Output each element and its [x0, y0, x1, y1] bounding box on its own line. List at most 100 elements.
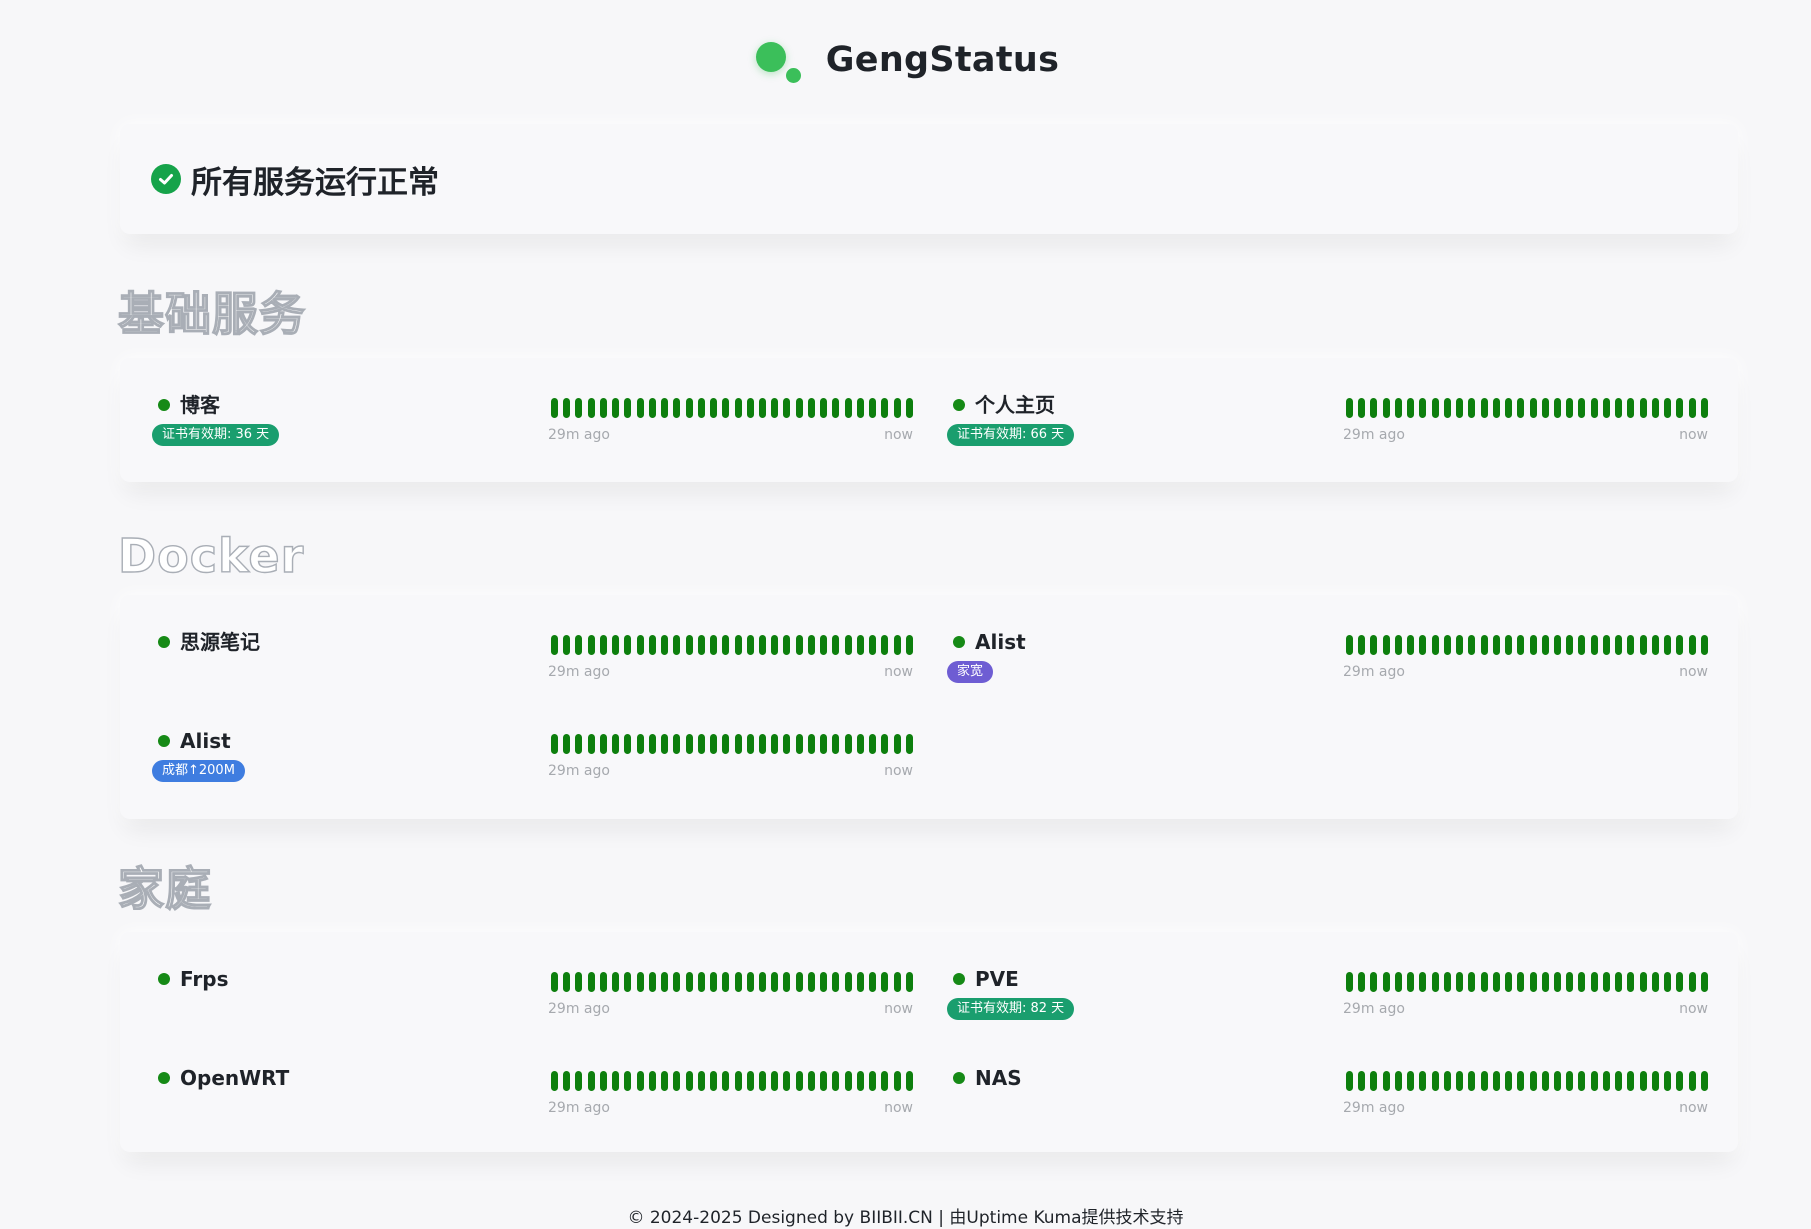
heartbeat-beat[interactable] [710, 1071, 718, 1091]
heartbeat-beat[interactable] [685, 734, 693, 754]
heartbeat-beat[interactable] [807, 635, 815, 655]
heartbeat-beat[interactable] [783, 734, 791, 754]
heartbeat-beat[interactable] [771, 635, 779, 655]
heartbeat-beat[interactable] [722, 635, 730, 655]
heartbeat-beat[interactable] [1346, 1071, 1353, 1091]
heartbeat-beat[interactable] [1639, 1071, 1647, 1091]
heartbeat-beat[interactable] [1578, 972, 1586, 992]
heartbeat-beat[interactable] [563, 398, 571, 418]
heartbeat-beat[interactable] [1566, 635, 1574, 655]
heartbeat-beat[interactable] [844, 1071, 852, 1091]
heartbeat-beat[interactable] [869, 1071, 877, 1091]
heartbeat-beat[interactable] [1358, 972, 1366, 992]
heartbeat-beat[interactable] [661, 972, 669, 992]
heartbeat-beat[interactable] [771, 972, 779, 992]
heartbeat-beat[interactable] [1370, 398, 1378, 418]
heartbeat-beat[interactable] [1456, 1071, 1464, 1091]
heartbeat-beat[interactable] [1370, 972, 1378, 992]
heartbeat-beat[interactable] [856, 734, 864, 754]
heartbeat-beat[interactable] [587, 1071, 595, 1091]
monitor-name[interactable]: OpenWRT [180, 1066, 289, 1090]
heartbeat-beat[interactable] [1492, 1071, 1500, 1091]
heartbeat-beat[interactable] [1517, 398, 1525, 418]
heartbeat-beat[interactable] [807, 398, 815, 418]
heartbeat-beat[interactable] [685, 972, 693, 992]
heartbeat-beat[interactable] [1664, 635, 1672, 655]
heartbeat-beat[interactable] [771, 398, 779, 418]
heartbeat-beat[interactable] [795, 734, 803, 754]
heartbeat-beat[interactable] [832, 398, 840, 418]
heartbeat-beat[interactable] [1480, 635, 1488, 655]
heartbeat-beat[interactable] [612, 635, 620, 655]
heartbeat-beat[interactable] [795, 972, 803, 992]
heartbeat-beat[interactable] [599, 635, 607, 655]
monitor-name[interactable]: 博客 [180, 393, 220, 417]
heartbeat-beat[interactable] [1492, 398, 1500, 418]
heartbeat-beat[interactable] [575, 635, 583, 655]
heartbeat-beat[interactable] [1358, 398, 1366, 418]
heartbeat-beat[interactable] [1346, 972, 1353, 992]
monitor-item[interactable]: 个人主页 证书有效期: 66 天 29m ago now [915, 358, 1710, 446]
heartbeat-beat[interactable] [1419, 635, 1427, 655]
monitor-item[interactable]: 思源笔记 29m ago now [120, 595, 915, 680]
heartbeat-beat[interactable] [624, 398, 632, 418]
heartbeat-beat[interactable] [1529, 635, 1537, 655]
monitor-name[interactable]: Frps [180, 967, 228, 991]
heartbeat-beat[interactable] [1407, 398, 1415, 418]
heartbeat-beat[interactable] [551, 972, 558, 992]
heartbeat-beat[interactable] [1541, 972, 1549, 992]
heartbeat-beat[interactable] [1553, 398, 1561, 418]
heartbeat-beat[interactable] [820, 972, 828, 992]
heartbeat-beat[interactable] [1529, 972, 1537, 992]
monitor-name[interactable]: 个人主页 [975, 393, 1055, 417]
heartbeat-beat[interactable] [1529, 398, 1537, 418]
monitor-name[interactable]: Alist [975, 630, 1026, 654]
heartbeat-beat[interactable] [1590, 635, 1598, 655]
heartbeat-beat[interactable] [905, 734, 913, 754]
heartbeat-beat[interactable] [1602, 635, 1610, 655]
heartbeat-beat[interactable] [856, 972, 864, 992]
heartbeat-beat[interactable] [575, 972, 583, 992]
heartbeat-beat[interactable] [893, 972, 901, 992]
heartbeat-beat[interactable] [1541, 1071, 1549, 1091]
heartbeat-beat[interactable] [624, 972, 632, 992]
heartbeat-beat[interactable] [795, 398, 803, 418]
heartbeat-beat[interactable] [734, 635, 742, 655]
monitor-name[interactable]: Alist [180, 729, 231, 753]
heartbeat-beat[interactable] [869, 398, 877, 418]
heartbeat-beat[interactable] [1651, 1071, 1659, 1091]
heartbeat-beat[interactable] [1419, 972, 1427, 992]
heartbeat-beat[interactable] [1602, 1071, 1610, 1091]
heartbeat-beat[interactable] [624, 1071, 632, 1091]
heartbeat-beat[interactable] [1688, 398, 1696, 418]
heartbeat-beat[interactable] [832, 1071, 840, 1091]
heartbeat-beat[interactable] [648, 635, 656, 655]
heartbeat-beat[interactable] [685, 635, 693, 655]
heartbeat-beat[interactable] [551, 1071, 558, 1091]
heartbeat-beat[interactable] [661, 734, 669, 754]
heartbeat-beat[interactable] [783, 1071, 791, 1091]
heartbeat-beat[interactable] [1382, 1071, 1390, 1091]
heartbeat-beat[interactable] [1407, 972, 1415, 992]
heartbeat-beat[interactable] [1602, 972, 1610, 992]
heartbeat-beat[interactable] [624, 635, 632, 655]
heartbeat-beat[interactable] [1456, 398, 1464, 418]
heartbeat-beat[interactable] [820, 635, 828, 655]
heartbeat-beat[interactable] [648, 398, 656, 418]
heartbeat-beat[interactable] [1651, 635, 1659, 655]
heartbeat-beat[interactable] [1627, 635, 1635, 655]
heartbeat-beat[interactable] [551, 635, 558, 655]
monitor-item[interactable]: Alist 家宽 29m ago now [915, 595, 1710, 683]
heartbeat-beat[interactable] [1370, 635, 1378, 655]
heartbeat-beat[interactable] [648, 972, 656, 992]
monitor-item[interactable]: Alist 成都↑200M 29m ago now [120, 694, 915, 782]
heartbeat-beat[interactable] [1700, 635, 1708, 655]
heartbeat-beat[interactable] [1480, 1071, 1488, 1091]
heartbeat-beat[interactable] [697, 398, 705, 418]
heartbeat-beat[interactable] [1431, 635, 1439, 655]
heartbeat-beat[interactable] [1688, 972, 1696, 992]
heartbeat-beat[interactable] [1664, 1071, 1672, 1091]
heartbeat-beat[interactable] [563, 635, 571, 655]
heartbeat-beat[interactable] [881, 972, 889, 992]
heartbeat-beat[interactable] [844, 972, 852, 992]
